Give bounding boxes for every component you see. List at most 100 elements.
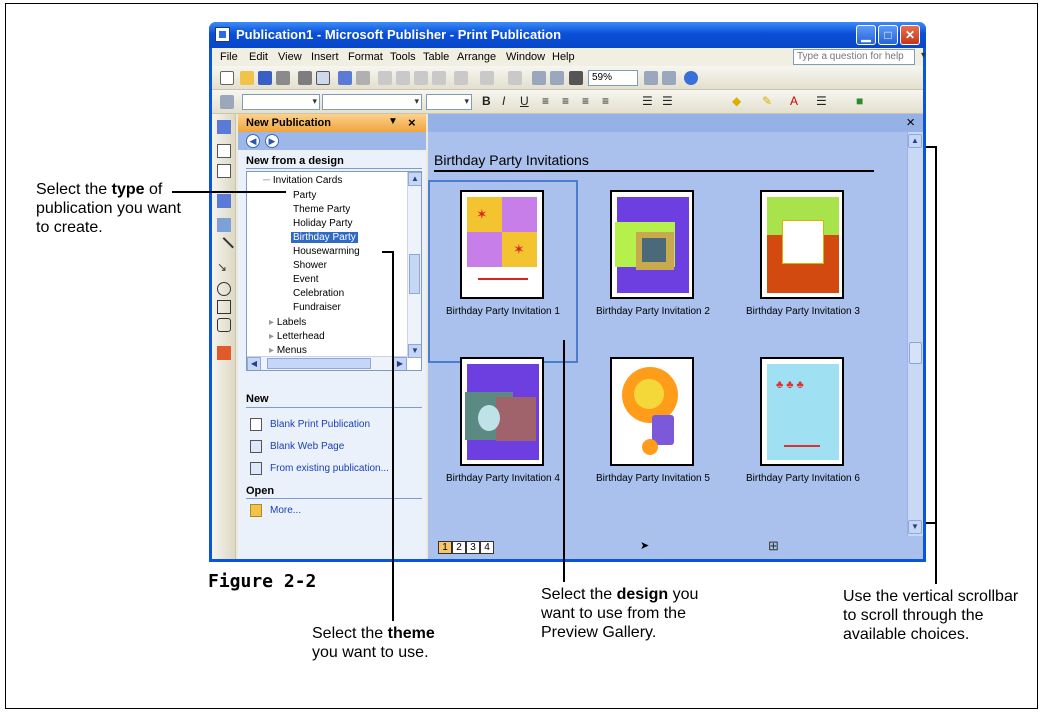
tree-horizontal-scrollbar[interactable]: ◀ ▶ — [247, 356, 407, 370]
bring-forward-icon[interactable] — [508, 71, 522, 85]
copy-icon[interactable] — [396, 71, 410, 85]
tree-item-shower[interactable]: Shower — [293, 260, 327, 271]
center-icon[interactable]: ≡ — [562, 94, 569, 108]
page-1-button[interactable]: 1 — [438, 541, 452, 554]
thumbnail-birthday-invitation-4[interactable] — [460, 357, 544, 466]
permission-icon[interactable] — [276, 71, 290, 85]
help-icon[interactable] — [684, 71, 698, 85]
tree-item-theme-party[interactable]: Theme Party — [293, 204, 350, 215]
research-icon[interactable] — [356, 71, 370, 85]
fill-color-icon[interactable]: ◆ — [732, 94, 741, 108]
menu-format[interactable]: Format — [348, 51, 383, 63]
tree-item-labels[interactable]: ▸ Labels — [269, 317, 306, 328]
line-style-icon[interactable]: ☰ — [816, 94, 827, 108]
font-color-icon[interactable]: A — [790, 94, 798, 108]
link-from-existing-publication[interactable]: From existing publication... — [270, 463, 389, 474]
format-painter-icon[interactable] — [432, 71, 446, 85]
tree-scroll-thumb[interactable] — [409, 254, 420, 294]
page-2-button[interactable]: 2 — [452, 541, 466, 554]
text-box-icon[interactable] — [217, 144, 231, 158]
zoom-in-icon[interactable] — [662, 71, 676, 85]
minimize-button[interactable]: ▁ — [856, 25, 876, 45]
cut-icon[interactable] — [378, 71, 392, 85]
tree-item-event[interactable]: Event — [293, 274, 319, 285]
tree-vertical-scrollbar[interactable]: ▲ ▼ — [407, 172, 421, 358]
zoom-select[interactable]: 59% — [588, 70, 638, 86]
print-preview-icon[interactable] — [316, 71, 330, 85]
rectangle-icon[interactable] — [217, 300, 231, 314]
tree-item-letterhead[interactable]: ▸ Letterhead — [269, 331, 325, 342]
link-blank-web-page[interactable]: Blank Web Page — [270, 441, 344, 452]
menu-table[interactable]: Table — [423, 51, 449, 63]
size-combo[interactable] — [426, 94, 472, 110]
thumbnail-birthday-invitation-6[interactable]: ♣ ♣ ♣ — [760, 357, 844, 466]
tree-item-housewarming[interactable]: Housewarming — [293, 246, 360, 257]
line-color-icon[interactable]: ✎ — [762, 94, 772, 108]
columns-icon[interactable] — [550, 71, 564, 85]
tree-scroll-down-icon[interactable]: ▼ — [408, 344, 421, 358]
paste-icon[interactable] — [414, 71, 428, 85]
thumbnail-birthday-invitation-2[interactable] — [610, 190, 694, 299]
numbering-icon[interactable]: ☰ — [642, 94, 653, 108]
italic-icon[interactable]: I — [502, 94, 505, 108]
tree-scroll-left-icon[interactable]: ◀ — [247, 357, 261, 370]
publication-type-tree[interactable]: ─ Invitation Cards Party Theme Party Hol… — [246, 171, 422, 371]
maximize-button[interactable]: □ — [878, 25, 898, 45]
zoom-out-icon[interactable] — [644, 71, 658, 85]
tree-scroll-up-icon[interactable]: ▲ — [408, 172, 421, 186]
link-blank-print-publication[interactable]: Blank Print Publication — [270, 419, 370, 430]
thumbnail-birthday-invitation-1[interactable]: ✶ ✶ — [460, 190, 544, 299]
send-backward-icon[interactable] — [532, 71, 546, 85]
table-frame-icon[interactable] — [217, 164, 231, 178]
tree-item-party[interactable]: Party — [293, 190, 316, 201]
line-icon[interactable] — [214, 237, 234, 257]
tree-item-holiday-party[interactable]: Holiday Party — [293, 218, 352, 229]
font-combo[interactable] — [322, 94, 422, 110]
close-window-button[interactable]: ✕ — [900, 25, 920, 45]
menu-file[interactable]: File — [220, 51, 238, 63]
bold-icon[interactable]: B — [482, 94, 491, 108]
special-characters-icon[interactable] — [569, 71, 583, 85]
menu-insert[interactable]: Insert — [311, 51, 339, 63]
save-icon[interactable] — [258, 71, 272, 85]
tree-hscroll-thumb[interactable] — [267, 358, 371, 369]
menu-arrange[interactable]: Arrange — [457, 51, 496, 63]
link-more[interactable]: More... — [270, 505, 301, 516]
gallery-vertical-scrollbar[interactable]: ▲ ▼ — [907, 132, 923, 536]
gallery-scroll-up-icon[interactable]: ▲ — [908, 134, 922, 148]
redo-icon[interactable] — [480, 71, 494, 85]
ask-question-box[interactable]: Type a question for help — [793, 49, 926, 65]
align-left-icon[interactable]: ≡ — [542, 94, 549, 108]
tree-item-fundraiser[interactable]: Fundraiser — [293, 302, 341, 313]
tree-item-birthday-party[interactable]: Birthday Party — [291, 232, 358, 243]
print-icon[interactable] — [298, 71, 312, 85]
forward-icon[interactable]: ▶ — [265, 134, 279, 148]
menu-edit[interactable]: Edit — [249, 51, 268, 63]
title-bar[interactable]: Publication1 - Microsoft Publisher - Pri… — [209, 22, 926, 48]
arrow-icon[interactable]: ↘ — [217, 260, 231, 274]
gallery-scroll-thumb[interactable] — [909, 342, 922, 364]
wordart-icon[interactable] — [217, 194, 231, 208]
select-objects-icon[interactable] — [217, 120, 231, 134]
spelling-icon[interactable] — [338, 71, 352, 85]
thumbnail-birthday-invitation-5[interactable] — [610, 357, 694, 466]
tree-item-celebration[interactable]: Celebration — [293, 288, 344, 299]
task-pane-close-icon[interactable]: × — [408, 115, 416, 130]
underline-icon[interactable]: U — [520, 94, 529, 108]
menu-help[interactable]: Help — [552, 51, 575, 63]
new-icon[interactable] — [220, 71, 234, 85]
gallery-close-icon[interactable]: × — [906, 114, 915, 131]
style-combo[interactable] — [242, 94, 320, 110]
oval-icon[interactable] — [217, 282, 231, 296]
gallery-scroll-down-icon[interactable]: ▼ — [908, 520, 922, 534]
menu-window[interactable]: Window — [506, 51, 545, 63]
justify-icon[interactable]: ≡ — [602, 94, 609, 108]
thumbnail-birthday-invitation-3[interactable] — [760, 190, 844, 299]
tree-category[interactable]: ─ Invitation Cards — [263, 175, 342, 186]
page-4-button[interactable]: 4 — [480, 541, 494, 554]
shadow-icon[interactable]: ■ — [856, 94, 863, 108]
tree-item-menus[interactable]: ▸ Menus — [269, 345, 307, 356]
styles-icon[interactable] — [220, 95, 234, 109]
align-right-icon[interactable]: ≡ — [582, 94, 589, 108]
undo-icon[interactable] — [454, 71, 468, 85]
